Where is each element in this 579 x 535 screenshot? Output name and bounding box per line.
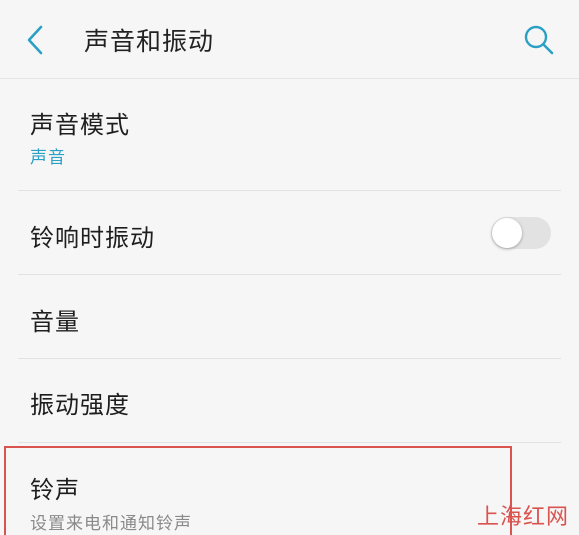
sound-mode-item[interactable]: 声音模式 声音 (18, 79, 561, 191)
sound-mode-label: 声音模式 (30, 111, 130, 139)
volume-item[interactable]: 音量 (18, 275, 561, 359)
chevron-left-icon (27, 25, 43, 55)
sound-mode-value: 声音 (30, 148, 66, 168)
vibrate-on-ring-item[interactable]: 铃响时振动 (18, 191, 561, 275)
search-icon (524, 25, 554, 55)
app-header: 声音和振动 (0, 0, 579, 79)
search-button[interactable] (519, 20, 559, 60)
vibration-intensity-label: 振动强度 (30, 391, 130, 419)
back-button[interactable] (18, 20, 52, 60)
page-title: 声音和振动 (84, 27, 215, 56)
vibrate-on-ring-label: 铃响时振动 (30, 224, 155, 252)
sound-and-vibration-screen: 声音和振动 声音模式 声音 铃响时振动 音量 振动强度 铃声 设置来电和通知铃声… (0, 0, 579, 535)
toggle-knob (492, 218, 522, 248)
vibrate-on-ring-toggle[interactable] (491, 217, 551, 249)
ringtone-label: 铃声 (30, 476, 80, 504)
watermark-text: 上海红网 (476, 505, 569, 530)
ringtone-description: 设置来电和通知铃声 (30, 514, 192, 534)
volume-label: 音量 (30, 308, 80, 336)
vibration-intensity-item[interactable]: 振动强度 (18, 359, 561, 443)
